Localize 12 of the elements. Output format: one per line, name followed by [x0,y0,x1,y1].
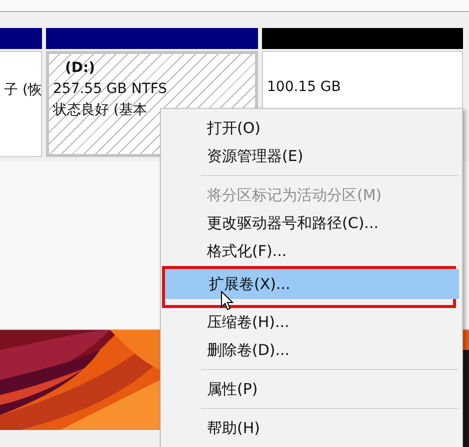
partition-info: 257.55 GB NTFS [53,81,168,97]
menu-item[interactable]: 更改驱动器号和路径(C)... [163,209,460,237]
menu-item[interactable]: 帮助(H) [163,414,460,442]
menu-item[interactable]: 属性(P) [163,375,460,403]
menu-item[interactable]: 删除卷(D)... [163,336,460,364]
mouse-cursor-icon [221,291,234,311]
menu-item[interactable]: 格式化(F)... [163,237,460,265]
partition-info: 状态良好 (基本 [53,102,147,118]
menu-item[interactable]: 扩展卷(X)... [165,269,459,299]
drive-letter: (D:) [64,59,96,78]
partition-info: 100.15 GB [267,79,341,95]
menu-item[interactable]: 压缩卷(H)... [163,308,460,336]
